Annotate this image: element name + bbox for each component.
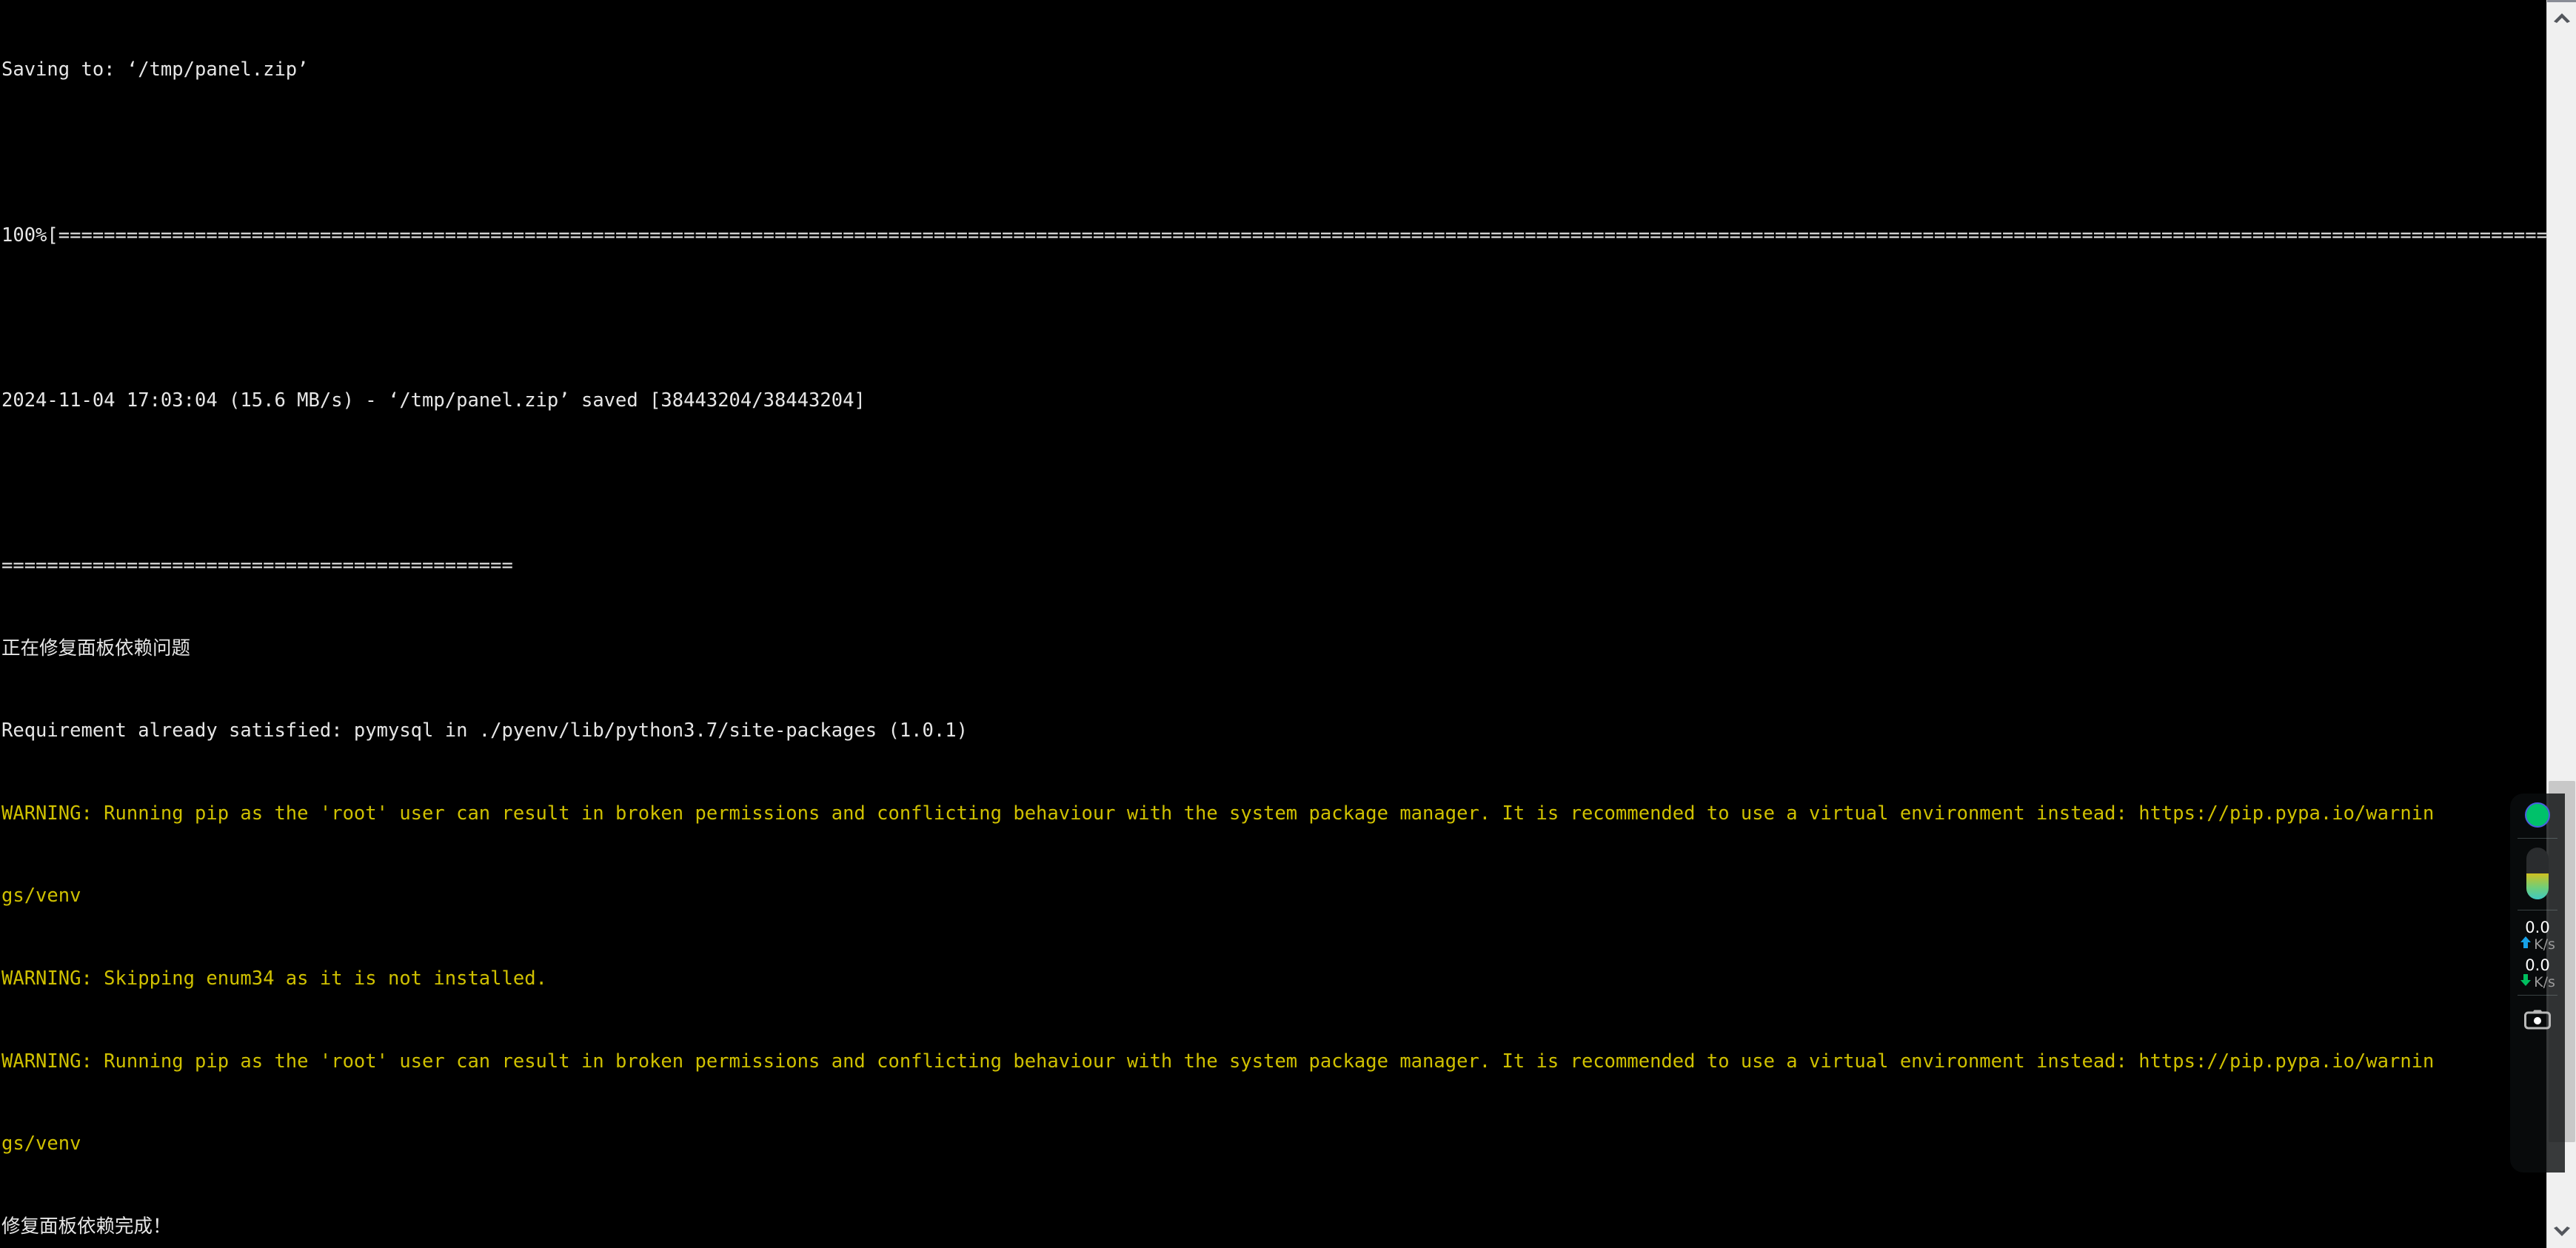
terminal-separator: ========================================… — [1, 554, 513, 577]
terminal-line-warning: WARNING: Running pip as the 'root' user … — [1, 1050, 2435, 1073]
chevron-up-icon — [2552, 12, 2572, 24]
arrow-down-icon — [2520, 973, 2532, 990]
resource-gauge-fill — [2526, 873, 2549, 899]
upload-speed-block: 0.0 K/s — [2510, 919, 2565, 953]
download-speed-block: 0.0 K/s — [2510, 957, 2565, 990]
terminal-output: Saving to: ‘/tmp/panel.zip’ 100%[=======… — [1, 1, 2546, 1248]
camera-icon[interactable] — [2524, 1009, 2551, 1033]
terminal-line-warning: WARNING: Skipping enum34 as it is not in… — [1, 967, 547, 990]
terminal-line: Requirement already satisfied: pymysql i… — [1, 719, 968, 742]
resource-gauge — [2526, 848, 2549, 899]
download-speed-value: 0.0 — [2525, 956, 2550, 974]
terminal-line: Saving to: ‘/tmp/panel.zip’ — [1, 58, 309, 81]
system-monitor-widget[interactable]: 0.0 K/s 0.0 K/s — [2510, 794, 2565, 1172]
terminal-window[interactable]: Saving to: ‘/tmp/panel.zip’ 100%[=======… — [0, 0, 2546, 1248]
widget-divider — [2518, 838, 2557, 839]
arrow-up-icon — [2520, 936, 2532, 953]
terminal-line: 2024-11-04 17:03:04 (15.6 MB/s) - ‘/tmp/… — [1, 389, 866, 412]
widget-divider — [2518, 995, 2557, 996]
chevron-down-icon — [2552, 1226, 2572, 1238]
scrollbar-top-border — [2547, 0, 2576, 2]
terminal-line-warning-wrap: gs/venv — [1, 1133, 81, 1155]
download-speed-unit: K/s — [2534, 973, 2555, 990]
terminal-line-warning: WARNING: Running pip as the 'root' user … — [1, 802, 2435, 825]
upload-speed-unit: K/s — [2534, 936, 2555, 953]
terminal-line-progress: 100%[===================================… — [1, 224, 2546, 246]
terminal-line: 正在修复面板依赖问题 — [1, 637, 191, 660]
upload-speed-value: 0.0 — [2525, 919, 2550, 936]
terminal-line: 修复面板依赖完成！ — [1, 1215, 172, 1238]
scrollbar-up-button[interactable] — [2547, 3, 2576, 33]
status-indicator-dot[interactable] — [2525, 802, 2550, 828]
terminal-line-warning-wrap: gs/venv — [1, 885, 81, 908]
scrollbar-down-button[interactable] — [2547, 1217, 2576, 1247]
